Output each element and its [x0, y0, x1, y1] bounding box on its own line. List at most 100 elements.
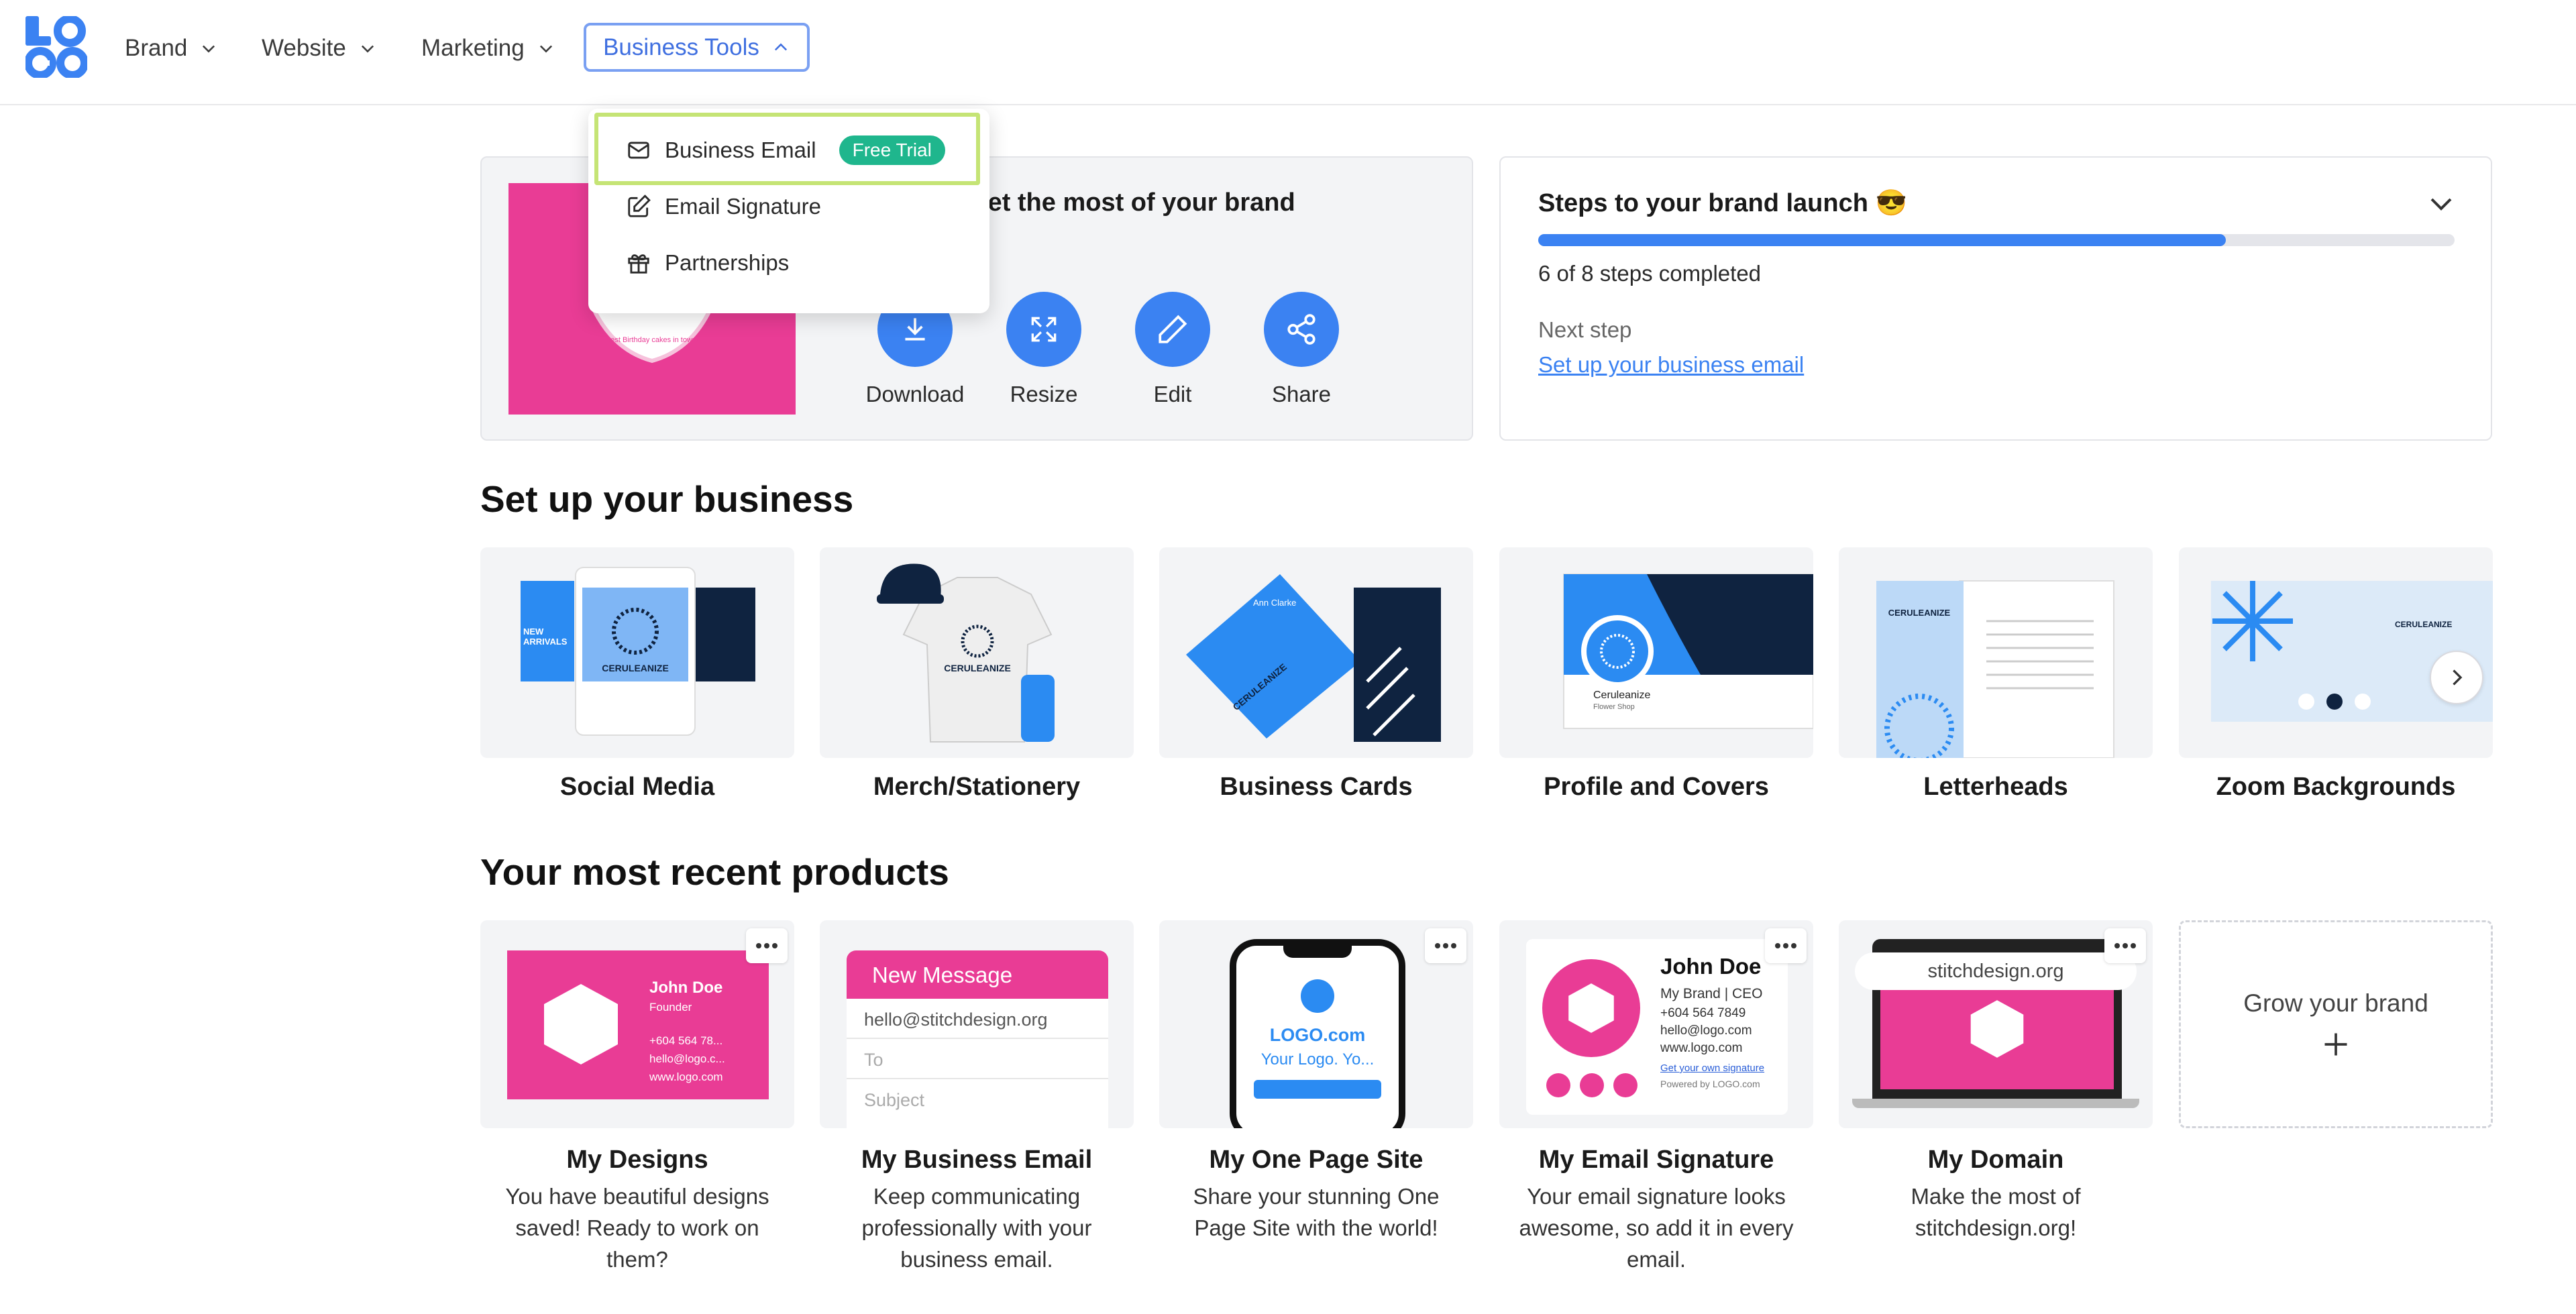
chevron-up-icon [774, 43, 787, 50]
menu-item-email-signature[interactable]: Email Signature [588, 178, 989, 235]
gift-icon [628, 254, 649, 274]
instagram-icon[interactable] [1613, 1073, 1638, 1097]
chevron-down-icon[interactable] [2425, 187, 2457, 219]
letterheads-preview [1876, 580, 2114, 758]
profile-covers-preview [1563, 573, 1813, 729]
business-card-person: Ann Clarke [1253, 598, 1297, 608]
social-icons [1546, 1073, 1638, 1097]
recent-card-one-page-site[interactable]: LOGO.com Your Logo. Yo... [1159, 920, 1473, 1128]
recent-card-label: My One Page Site [1209, 1146, 1424, 1174]
desc-line: professionally with your [861, 1215, 1092, 1240]
steps-title: Steps to your brand launch 😎 [1538, 189, 1907, 217]
facebook-icon[interactable] [1580, 1073, 1604, 1097]
recent-card-domain[interactable]: stitchdesign.org [1839, 920, 2153, 1128]
resize-icon [1031, 317, 1057, 342]
menu-item-business-email[interactable]: Business Email Free Trial [588, 122, 989, 178]
next-step-label: Next step [1538, 317, 1632, 342]
setup-card-label: Merch/Stationery [873, 773, 1081, 801]
preview-caption: Best Birthday cakes in town! [605, 336, 699, 344]
more-options-button[interactable] [2104, 928, 2146, 963]
desc-line: You have beautiful designs [505, 1184, 769, 1209]
phone-preview: LOGO.com Your Logo. Yo... [1230, 939, 1405, 1128]
edit-button[interactable]: Edit [1106, 292, 1240, 407]
setup-card-business-cards[interactable]: Ann Clarke CERULEANIZE [1159, 547, 1473, 758]
desc-line: Page Site with the world! [1194, 1215, 1438, 1240]
email-preview-header: New Message [847, 950, 1108, 999]
share-button[interactable]: Share [1234, 292, 1368, 407]
signature-email: hello@logo.com [1660, 1024, 1752, 1038]
recent-card-my-designs[interactable]: John Doe Founder +604 564 78... hello@lo… [480, 920, 794, 1128]
signature-phone: +604 564 7849 [1660, 1006, 1746, 1020]
email-preview-subject: Subject [864, 1090, 925, 1110]
desc-line: saved! Ready to work on [515, 1215, 759, 1240]
site-logo-icon [1301, 979, 1334, 1013]
download-icon [905, 318, 925, 341]
recent-card-desc: Keep communicating professionally with y… [820, 1181, 1134, 1275]
chevron-down-icon [539, 45, 552, 53]
resize-label: Resize [1010, 382, 1078, 406]
nav-marketing[interactable]: Marketing [421, 27, 555, 70]
linkedin-icon[interactable] [1546, 1073, 1570, 1097]
recent-card-business-email[interactable]: New Message hello@stitchdesign.org To Su… [820, 920, 1134, 1128]
grow-brand-card[interactable]: Grow your brand [2179, 920, 2493, 1128]
signature-web: www.logo.com [1660, 1041, 1743, 1055]
ellipsis-icon [1435, 943, 1456, 948]
more-options-button[interactable] [746, 928, 788, 963]
site-title: LOGO.com [1269, 1025, 1366, 1045]
recent-card-label: My Domain [1927, 1146, 2064, 1174]
desc-line: them? [606, 1247, 668, 1272]
designs-web: www.logo.com [649, 1071, 723, 1083]
desc-line: Your email signature looks [1527, 1184, 1786, 1209]
recent-card-email-signature[interactable]: John Doe My Brand | CEO +604 564 7849 he… [1499, 920, 1813, 1128]
setup-card-label: Social Media [559, 773, 715, 801]
desc-line: Share your stunning One [1193, 1184, 1440, 1209]
phone-notch [1283, 943, 1352, 958]
plus-icon [2324, 1033, 2347, 1056]
hexagon-logo-icon [1970, 1000, 2024, 1058]
setup-card-merch[interactable]: CERULEANIZE [820, 547, 1134, 758]
menu-item-partnerships[interactable]: Partnerships [588, 235, 989, 291]
nav-website-label: Website [262, 35, 346, 61]
steps-count: 6 of 8 steps completed [1538, 261, 1762, 286]
desc-line: Make the most of [1911, 1184, 2081, 1209]
share-icon [1287, 314, 1316, 345]
next-step-link[interactable]: Set up your business email [1538, 352, 1804, 378]
email-preview-to: To [847, 1039, 1108, 1079]
desc-line: business email. [900, 1247, 1053, 1272]
chevron-right-icon [2453, 669, 2463, 686]
setup-card-social-media[interactable]: NEW ARRIVALS CERULEANIZE [480, 547, 794, 758]
signature-cta: Get your own signature [1660, 1062, 1765, 1074]
signature-preview: John Doe My Brand | CEO +604 564 7849 he… [1526, 939, 1788, 1115]
site-button [1254, 1080, 1381, 1099]
more-options-button[interactable] [1765, 928, 1807, 963]
signature-powered: Powered by LOGO.com [1660, 1079, 1760, 1089]
signature-avatar [1542, 959, 1640, 1057]
desc-line: awesome, so add it in every [1519, 1215, 1794, 1240]
business-tools-menu: Business Email Free Trial Email Signatur… [588, 109, 989, 313]
share-label: Share [1271, 382, 1332, 406]
carousel-next-button[interactable] [2430, 651, 2483, 704]
steps-progress-fill [1538, 234, 2226, 246]
hexagon-logo-icon [1568, 983, 1614, 1033]
resize-button[interactable]: Resize [977, 292, 1111, 407]
setup-card-letterheads[interactable]: CERULEANIZE [1839, 547, 2153, 758]
merch-preview [877, 563, 1055, 743]
nav-business-tools[interactable]: Business Tools [584, 23, 810, 72]
nav-business-tools-label: Business Tools [603, 34, 759, 60]
site-tagline: Your Logo. Yo... [1260, 1050, 1375, 1069]
hexagon-logo-icon [544, 984, 618, 1064]
setup-card-profile-covers[interactable]: Ceruleanize Flower Shop [1499, 547, 1813, 758]
brand-panel-title: Get the most of your brand [968, 188, 1295, 217]
more-options-button[interactable] [1425, 928, 1466, 963]
menu-item-label: Partnerships [665, 250, 790, 275]
setup-section-title: Set up your business [480, 478, 854, 520]
designs-email: hello@logo.c... [649, 1052, 725, 1065]
grow-brand-label: Grow your brand [2243, 989, 2428, 1017]
domain-url-bar: stitchdesign.org [1855, 952, 2137, 990]
recent-card-desc: You have beautiful designs saved! Ready … [480, 1181, 794, 1275]
nav-brand[interactable]: Brand [125, 27, 218, 70]
logo-icon[interactable] [25, 16, 87, 78]
nav-website[interactable]: Website [262, 27, 377, 70]
email-preview-from: hello@stitchdesign.org [847, 999, 1108, 1039]
pen-square-icon [628, 195, 651, 217]
